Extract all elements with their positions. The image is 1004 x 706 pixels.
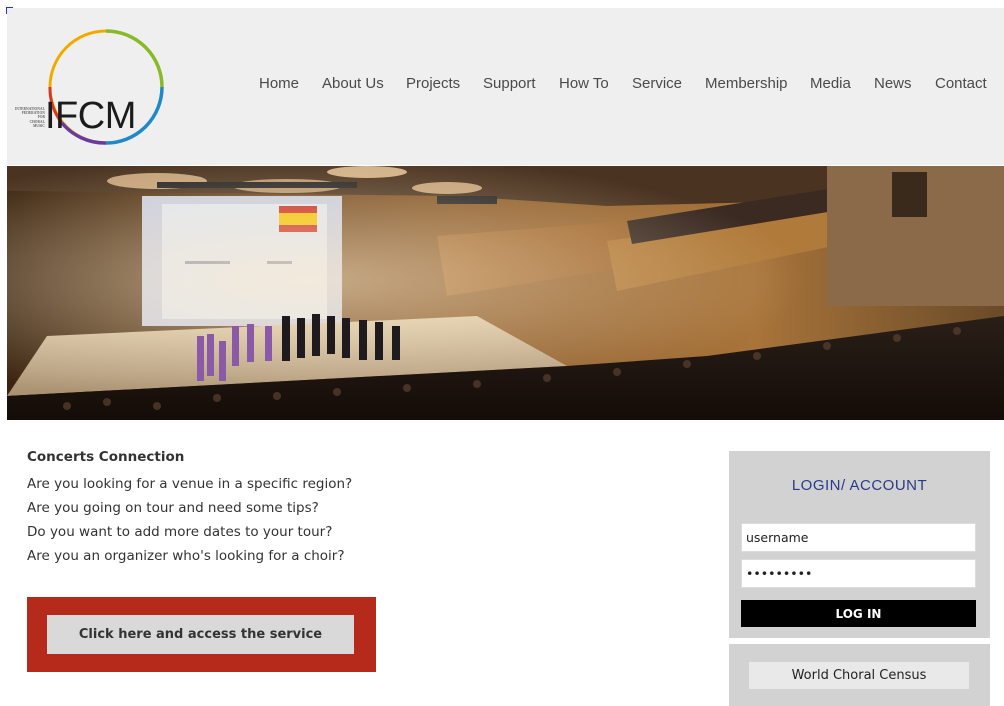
site-header: International Federation for Choral Musi… — [7, 8, 1004, 165]
access-service-button[interactable]: Click here and access the service — [47, 615, 354, 654]
hero-image — [7, 166, 1004, 420]
nav-item-news[interactable]: News — [874, 75, 912, 92]
nav-item-membership[interactable]: Membership — [705, 75, 788, 92]
nav-item-home[interactable]: Home — [259, 75, 299, 92]
question-line: Do you want to add more dates to your to… — [27, 524, 333, 540]
world-choral-census-button[interactable]: World Choral Census — [749, 662, 969, 689]
cta-box: Click here and access the service — [27, 597, 376, 672]
question-list: Are you looking for a venue in a specifi… — [27, 472, 527, 568]
login-panel: LOGIN/ ACCOUNT LOG IN — [729, 451, 990, 638]
concerts-connection-section: Concerts Connection Are you looking for … — [27, 448, 527, 568]
login-title: LOGIN/ ACCOUNT — [791, 477, 928, 494]
main-nav: Home About Us Projects Support How To Se… — [7, 75, 1004, 99]
login-button[interactable]: LOG IN — [741, 600, 976, 627]
nav-item-support[interactable]: Support — [483, 75, 536, 92]
census-panel: World Choral Census — [729, 644, 990, 706]
logo-org-name: International Federation for Choral Musi… — [14, 107, 45, 128]
question-line: Are you looking for a venue in a specifi… — [27, 476, 353, 492]
nav-item-how-to[interactable]: How To — [559, 75, 609, 92]
username-field[interactable] — [741, 523, 976, 552]
question-line: Are you going on tour and need some tips… — [27, 500, 319, 516]
nav-item-contact[interactable]: Contact — [935, 75, 987, 92]
nav-item-projects[interactable]: Projects — [406, 75, 460, 92]
nav-item-about-us[interactable]: About Us — [322, 75, 384, 92]
question-line: Are you an organizer who's looking for a… — [27, 548, 345, 564]
nav-item-media[interactable]: Media — [810, 75, 851, 92]
logo-acronym: IFCM — [45, 95, 136, 137]
section-title: Concerts Connection — [27, 449, 185, 465]
password-field[interactable] — [741, 559, 976, 588]
nav-item-service[interactable]: Service — [632, 75, 682, 92]
concert-hall-photo — [7, 166, 1004, 420]
